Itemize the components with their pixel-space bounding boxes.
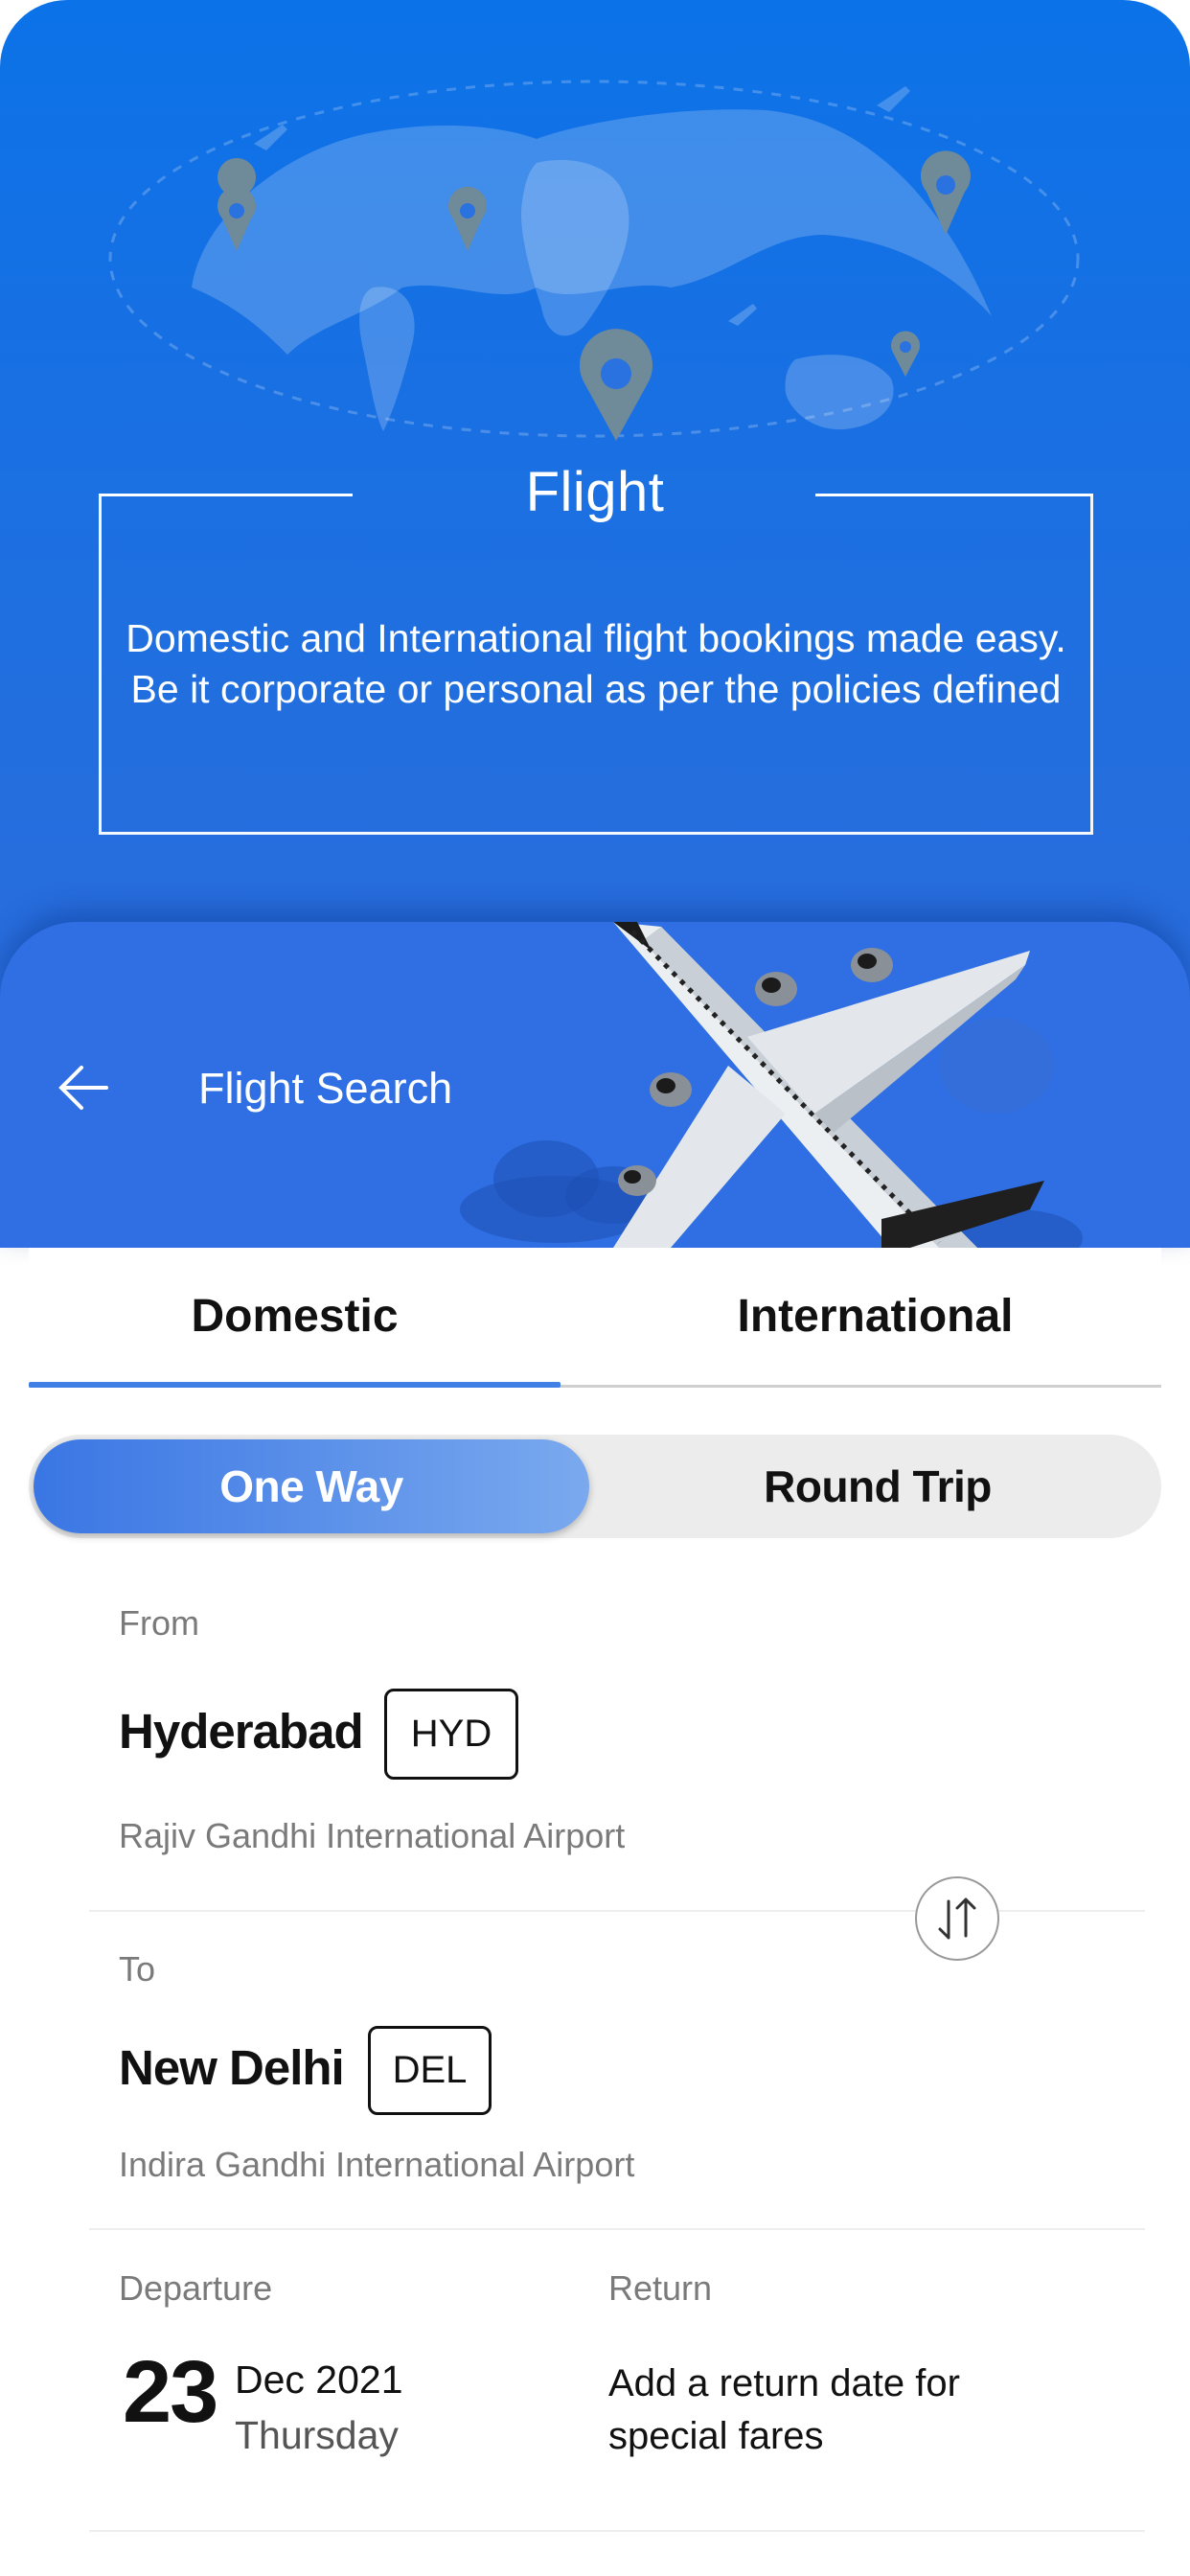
screen: Flight Domestic and International flight… <box>0 0 1190 2576</box>
from-code-badge: HYD <box>384 1689 518 1780</box>
page-title: Flight Search <box>198 1064 453 1113</box>
from-label: From <box>119 1603 199 1643</box>
to-label: To <box>119 1949 156 1989</box>
tab-bar: Domestic International <box>29 1248 1161 1388</box>
departure-month-year[interactable]: Dec 2021 <box>235 2358 403 2403</box>
trip-type-toggle: One Way Round Trip <box>29 1435 1161 1538</box>
from-city[interactable]: Hyderabad <box>119 1703 364 1760</box>
back-arrow-icon[interactable] <box>53 1056 116 1119</box>
search-card-header <box>0 922 1190 1248</box>
world-map-icon <box>108 80 1080 441</box>
from-airport: Rajiv Gandhi International Airport <box>119 1816 626 1855</box>
to-airport: Indira Gandhi International Airport <box>119 2145 635 2184</box>
round-trip-option[interactable]: Round Trip <box>594 1435 1161 1538</box>
tab-domestic[interactable]: Domestic <box>29 1248 561 1385</box>
swap-button[interactable] <box>915 1876 999 1961</box>
swap-icon <box>938 1898 976 1940</box>
hero-banner: Flight Domestic and International flight… <box>0 0 1190 1016</box>
departure-weekday: Thursday <box>235 2413 399 2457</box>
return-date-hint[interactable]: Add a return date for special fares <box>608 2358 1011 2463</box>
to-city[interactable]: New Delhi <box>119 2039 345 2096</box>
hero-description: Domestic and International flight bookin… <box>126 616 1066 711</box>
divider <box>89 2530 1145 2532</box>
one-way-option[interactable]: One Way <box>34 1439 589 1533</box>
to-code-badge: DEL <box>368 2026 492 2115</box>
hero-title: Flight <box>525 461 665 523</box>
departure-day[interactable]: 23 <box>123 2348 218 2436</box>
divider <box>89 2228 1145 2230</box>
tab-international[interactable]: International <box>589 1248 1161 1385</box>
departure-label: Departure <box>119 2268 273 2308</box>
return-label: Return <box>608 2268 713 2308</box>
airplane-icon <box>460 922 1083 1248</box>
